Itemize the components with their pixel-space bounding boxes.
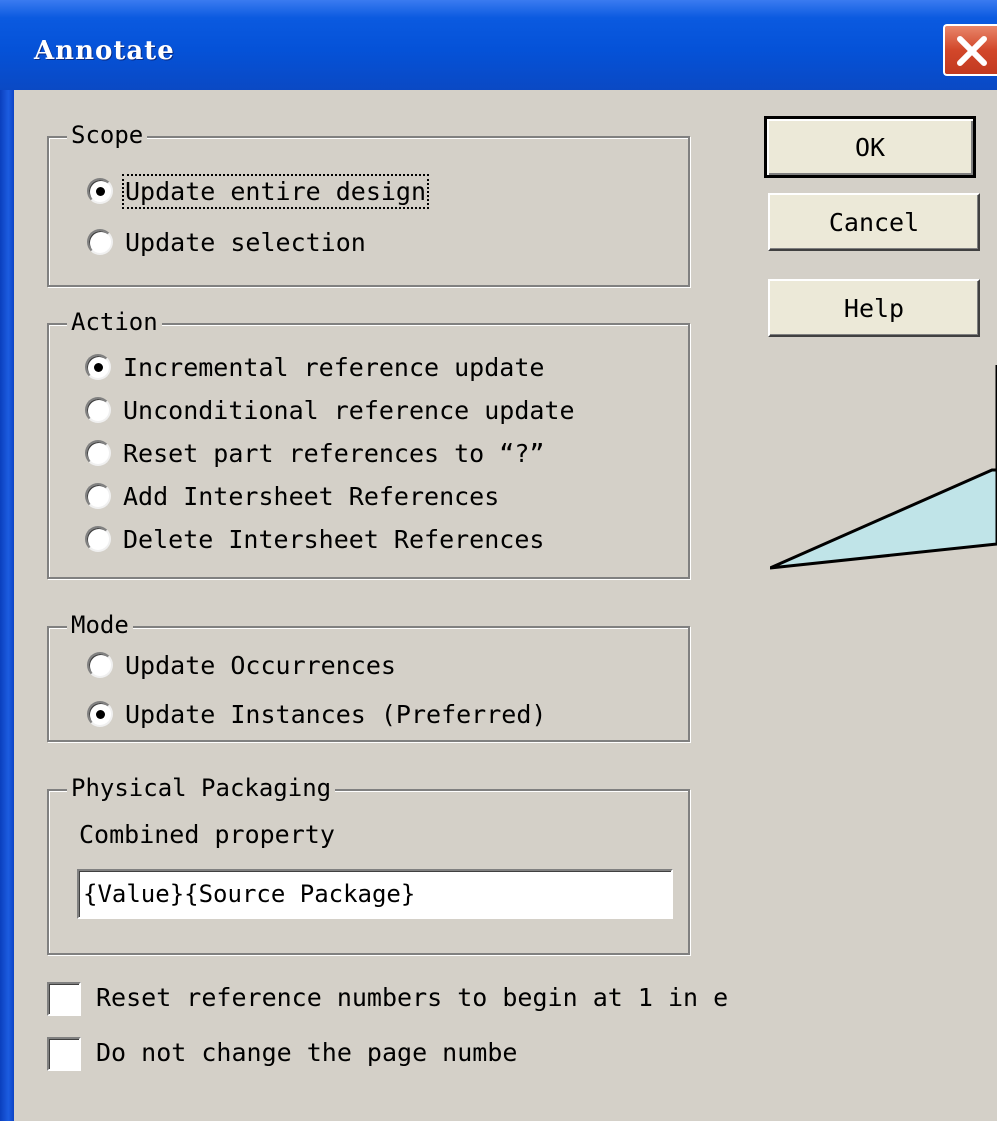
option-label: Unconditional reference update [123, 395, 575, 425]
reset-reference-numbers-label: Reset reference numbers to begin at 1 in… [96, 983, 729, 1012]
radio-button[interactable] [85, 440, 111, 466]
radio-button[interactable] [87, 701, 113, 727]
packaging-legend: Physical Packaging [67, 774, 336, 802]
combined-property-label: Combined property [79, 820, 335, 849]
window-frame-left [0, 0, 14, 1121]
radio-button[interactable] [85, 526, 111, 552]
radio-button[interactable] [85, 354, 111, 380]
radio-button[interactable] [87, 652, 113, 678]
option-label: Update Occurrences [125, 650, 396, 680]
help-button[interactable]: Help [768, 279, 980, 337]
do-not-change-page-number-checkbox[interactable] [47, 1037, 81, 1071]
option-label: Update Instances (Preferred) [125, 699, 547, 729]
option-label: Update selection [125, 227, 366, 257]
radio-update-entire-design[interactable]: Update entire design [87, 173, 430, 209]
scope-legend: Scope [67, 121, 148, 149]
combined-property-input[interactable]: {Value}{Source Package} [77, 869, 673, 919]
radio-update-occurrences[interactable]: Update Occurrences [87, 648, 396, 682]
close-button[interactable] [943, 24, 997, 76]
radio-button[interactable] [85, 397, 111, 423]
radio-button[interactable] [85, 483, 111, 509]
window-title: Annotate [34, 36, 175, 66]
radio-unconditional-update[interactable]: Unconditional reference update [85, 393, 575, 427]
option-label: Incremental reference update [123, 352, 545, 382]
packaging-group: Physical Packaging Combined property {Va… [47, 774, 690, 955]
title-bar[interactable]: Annotate [0, 0, 997, 90]
option-label: Delete Intersheet References [123, 524, 545, 554]
do-not-change-page-number-label: Do not change the page numbe [96, 1038, 518, 1067]
radio-update-selection[interactable]: Update selection [87, 225, 366, 259]
scope-group: Scope Update entire design Update select… [47, 121, 690, 287]
reset-reference-numbers-checkbox[interactable] [47, 982, 81, 1016]
option-label: Reset part references to “?” [123, 438, 545, 468]
ok-button[interactable]: OK [764, 116, 976, 178]
radio-add-intersheet-references[interactable]: Add Intersheet References [85, 479, 499, 513]
option-label: Add Intersheet References [123, 481, 500, 511]
radio-update-instances[interactable]: Update Instances (Preferred) [87, 697, 546, 731]
mode-group: Mode Update Occurrences Update Instances… [47, 611, 690, 742]
annotate-dialog: Annotate Scope Update entire design Upda… [0, 0, 997, 1121]
radio-delete-intersheet-references[interactable]: Delete Intersheet References [85, 522, 544, 556]
radio-incremental-update[interactable]: Incremental reference update [85, 350, 544, 384]
radio-button[interactable] [87, 229, 113, 255]
action-group: Action Incremental reference update Unco… [47, 308, 690, 579]
close-icon [957, 36, 987, 66]
radio-reset-part-references[interactable]: Reset part references to “?” [85, 436, 544, 470]
callout-balloon [770, 365, 997, 570]
cancel-button[interactable]: Cancel [768, 193, 980, 251]
mode-legend: Mode [67, 611, 133, 639]
option-label: Update entire design [121, 173, 430, 209]
action-legend: Action [67, 308, 162, 336]
radio-button[interactable] [87, 178, 113, 204]
